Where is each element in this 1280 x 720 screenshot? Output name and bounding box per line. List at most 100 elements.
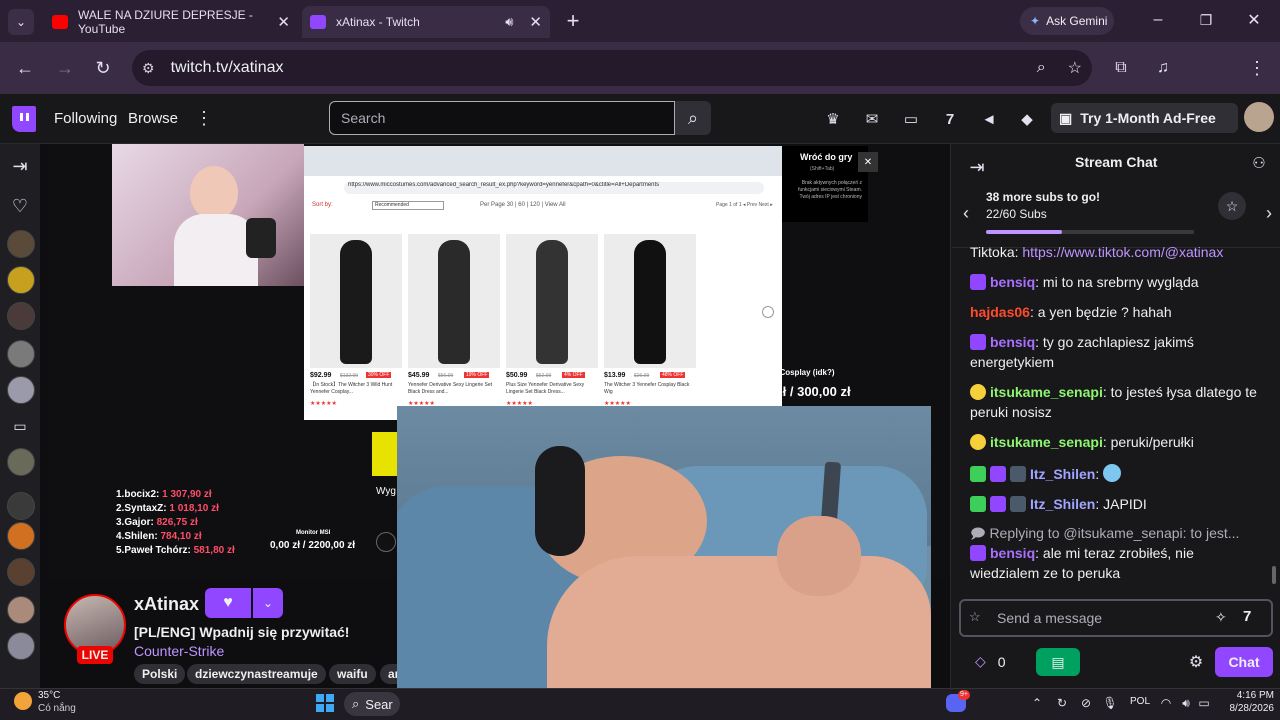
prediction-button[interactable]: ▤ bbox=[1036, 648, 1080, 676]
chat-settings-icon[interactable]: ⚙ bbox=[1186, 652, 1206, 672]
channel-avatar[interactable] bbox=[7, 448, 35, 476]
user-avatar[interactable] bbox=[1244, 102, 1274, 132]
product-card: $45.99 $56.99 19% OFF Yennefer Derivativ… bbox=[408, 234, 500, 414]
chat-username[interactable]: Itz_Shilen bbox=[1030, 496, 1095, 512]
chat-username[interactable]: bensiq bbox=[990, 274, 1035, 290]
bits-icon[interactable]: ◆ bbox=[1016, 108, 1038, 130]
windows-start-icon[interactable] bbox=[316, 694, 334, 712]
chat-username[interactable]: itsukame_senapi bbox=[990, 384, 1103, 400]
clock-date[interactable]: 8/28/2026 bbox=[1218, 703, 1275, 714]
channel-avatar[interactable] bbox=[7, 266, 35, 294]
nav-following[interactable]: Following bbox=[54, 110, 117, 127]
zoom-icon[interactable]: ⌕ bbox=[1037, 59, 1046, 77]
tray-chevron-icon[interactable]: ⌃ bbox=[1030, 695, 1044, 711]
announcement-icon[interactable]: ◄ bbox=[978, 108, 1000, 130]
channel-avatar[interactable] bbox=[7, 632, 35, 660]
tag-waifu[interactable]: waifu bbox=[329, 664, 376, 684]
channel-avatar[interactable] bbox=[7, 230, 35, 258]
chat-username[interactable]: Itz_Shilen bbox=[1030, 466, 1095, 482]
tab-search-icon[interactable]: ⌄ bbox=[8, 9, 34, 35]
tag-dziewczynastreamuje[interactable]: dziewczynastreamuje bbox=[187, 664, 326, 684]
search-input[interactable]: Search bbox=[329, 101, 675, 135]
game-link[interactable]: Counter-Strike bbox=[134, 643, 224, 659]
weather-sun-icon[interactable] bbox=[14, 692, 32, 710]
wifi-icon[interactable]: ◠ bbox=[1158, 695, 1174, 711]
chat-input[interactable]: ☆ Send a message ✧ 7 bbox=[959, 599, 1273, 637]
ask-gemini-button[interactable]: ✦ Ask Gemini bbox=[1020, 7, 1114, 35]
channel-avatar[interactable] bbox=[7, 340, 35, 368]
users-icon[interactable]: ⚇ bbox=[1248, 152, 1270, 174]
site-info-icon[interactable]: ⚙ bbox=[142, 60, 155, 77]
keyboard-language[interactable]: POL bbox=[1130, 696, 1150, 707]
stream-title: [PL/ENG] Wpadnij się przywitać! bbox=[134, 624, 350, 640]
leaderboard-row: 4.Shilen: 784,10 zł bbox=[116, 530, 235, 544]
bookmark-star-icon[interactable]: ☆ bbox=[1068, 58, 1082, 78]
ad-free-button[interactable]: ▣ Try 1-Month Ad-Free bbox=[1051, 103, 1238, 133]
minimize-icon[interactable]: – bbox=[1148, 10, 1168, 30]
taskbar-search[interactable]: ⌕ Sear bbox=[344, 692, 400, 716]
collapse-chat-icon[interactable]: ⇥ bbox=[966, 157, 988, 177]
7tv-icon[interactable]: 7 bbox=[938, 108, 962, 130]
channel-points[interactable]: ◇ 0 bbox=[975, 653, 1006, 670]
chat-username[interactable]: bensiq bbox=[990, 334, 1035, 350]
leaderboard-amount: 826,75 zł bbox=[156, 517, 198, 528]
reload-icon[interactable]: ↻ bbox=[92, 57, 114, 79]
volume-icon[interactable]: 🔊︎ bbox=[1178, 695, 1194, 711]
chat-send-button[interactable]: Chat bbox=[1215, 647, 1273, 677]
magic-wand-icon[interactable]: ✧ bbox=[1215, 609, 1227, 626]
facecam bbox=[112, 144, 304, 286]
forward-icon[interactable]: → bbox=[54, 57, 76, 79]
clock-time[interactable]: 4:16 PM bbox=[1218, 690, 1274, 701]
back-icon[interactable]: ← bbox=[14, 57, 36, 79]
chat-username[interactable]: hajdas06 bbox=[970, 304, 1030, 320]
twitch-logo-icon[interactable] bbox=[12, 106, 36, 132]
channel-avatar[interactable] bbox=[7, 558, 35, 586]
tab-youtube[interactable]: WALE NA DZIURE DEPRESJE - YouTube ✕ bbox=[44, 6, 298, 38]
nav-browse[interactable]: Browse bbox=[128, 110, 178, 127]
more-icon[interactable]: ⋮ bbox=[194, 108, 214, 128]
overlay-close-icon[interactable]: ✕ bbox=[858, 152, 878, 172]
address-bar[interactable]: ⚙ twitch.tv/xatinax ⌕ ☆ bbox=[132, 50, 1092, 86]
new-tab-icon[interactable]: + bbox=[562, 8, 584, 33]
tiktok-link[interactable]: https://www.tiktok.com/@xatinax bbox=[1022, 244, 1223, 260]
channel-avatar[interactable] bbox=[7, 596, 35, 624]
media-icon[interactable]: ♫ bbox=[1152, 57, 1174, 79]
chevron-left-icon[interactable]: ‹ bbox=[958, 203, 974, 223]
chevron-right-icon[interactable]: › bbox=[1262, 203, 1276, 223]
7tv-emote-icon[interactable]: 7 bbox=[1243, 608, 1251, 625]
battery-icon[interactable]: ▭ bbox=[1196, 695, 1212, 711]
emote-star-icon[interactable]: ☆ bbox=[969, 609, 981, 625]
leaderboard-rank: 1.bocix2: bbox=[116, 489, 160, 500]
channel-avatar[interactable] bbox=[7, 302, 35, 330]
channel-avatar[interactable] bbox=[7, 376, 35, 404]
close-tab-icon[interactable]: ✕ bbox=[277, 13, 290, 31]
inbox-icon[interactable]: ✉ bbox=[861, 108, 883, 130]
chat-username[interactable]: itsukame_senapi bbox=[990, 434, 1103, 450]
goal-star-icon[interactable]: ☆ bbox=[1218, 192, 1246, 220]
microphone-tray-icon[interactable]: 🎙︎ bbox=[1102, 695, 1118, 711]
weather-temp[interactable]: 35°C bbox=[38, 690, 60, 701]
chat-scrollbar[interactable] bbox=[1272, 566, 1276, 584]
channel-avatar[interactable] bbox=[7, 522, 35, 550]
channel-name[interactable]: xAtinax bbox=[134, 594, 199, 615]
restore-icon[interactable]: ❐ bbox=[1196, 10, 1216, 30]
chat-username[interactable]: bensiq bbox=[990, 545, 1035, 561]
search-icon[interactable]: ⌕ bbox=[675, 101, 711, 135]
tag-polski[interactable]: Polski bbox=[134, 664, 186, 684]
whispers-icon[interactable]: ▭ bbox=[900, 108, 922, 130]
expand-sidebar-icon[interactable]: ⇥ bbox=[10, 156, 30, 176]
follow-button[interactable]: ♥ bbox=[205, 588, 251, 618]
no-network-icon[interactable]: ⊘ bbox=[1078, 695, 1094, 711]
close-tab-icon[interactable]: ✕ bbox=[529, 13, 542, 31]
extensions-icon[interactable]: ⧉ bbox=[1110, 57, 1132, 79]
speaker-icon[interactable]: 🔊︎ bbox=[505, 14, 513, 30]
crown-icon[interactable]: ♛ bbox=[822, 108, 844, 130]
follow-dropdown[interactable]: ⌄ bbox=[253, 588, 283, 618]
close-window-icon[interactable]: ✕ bbox=[1244, 10, 1264, 30]
tab-twitch[interactable]: xAtinax - Twitch 🔊︎ ✕ bbox=[302, 6, 550, 38]
sync-icon[interactable]: ↻ bbox=[1054, 695, 1070, 711]
video-camera-icon: ▭ bbox=[13, 417, 27, 434]
menu-icon[interactable]: ⋮ bbox=[1246, 57, 1268, 79]
channel-avatar[interactable] bbox=[7, 492, 35, 520]
weather-desc[interactable]: Có nắng bbox=[38, 703, 76, 714]
